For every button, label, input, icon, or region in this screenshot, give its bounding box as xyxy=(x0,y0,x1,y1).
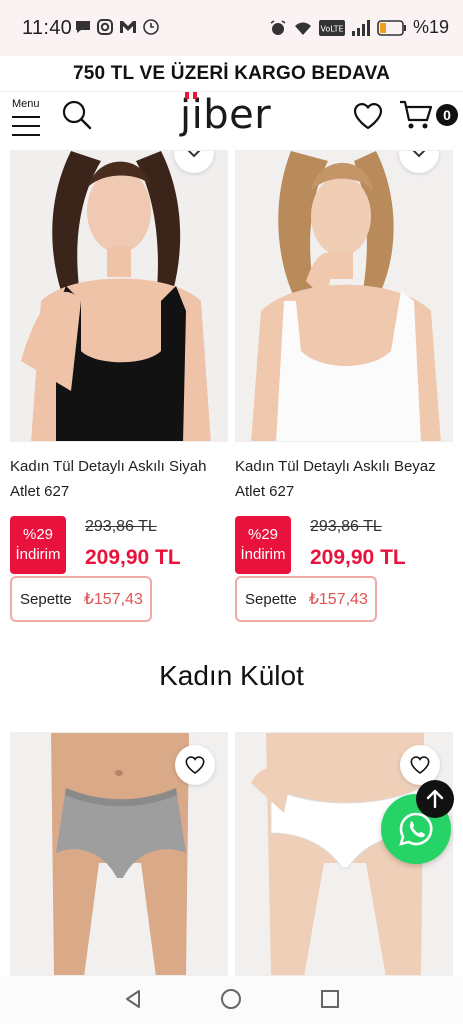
status-left-icons xyxy=(74,18,160,36)
discount-badge: %29 İndirim xyxy=(10,516,66,574)
favorite-button[interactable] xyxy=(175,745,215,785)
recents-button[interactable] xyxy=(319,988,343,1012)
basket-price: ₺157,43 xyxy=(308,591,368,608)
basket-price-box: Sepette ₺157,43 xyxy=(10,576,152,622)
home-button[interactable] xyxy=(220,988,244,1012)
product-card[interactable]: Kadın Tül Detaylı Askılı Siyah Atlet 627… xyxy=(10,150,228,630)
alarm-icon xyxy=(270,19,286,35)
sale-price: 209,90 TL xyxy=(85,546,181,569)
basket-price-box: Sepette ₺157,43 xyxy=(235,576,377,622)
battery-icon xyxy=(377,19,406,36)
product-card[interactable] xyxy=(10,732,228,976)
chevron-down-icon xyxy=(187,151,201,158)
old-price: 293,86 TL xyxy=(85,518,157,535)
status-bar: 11:40 VoLTE %19 xyxy=(0,0,463,56)
site-header: Menu jiber 0 xyxy=(0,92,463,148)
cart-icon xyxy=(400,100,433,129)
old-price: 293,86 TL xyxy=(310,518,382,535)
back-button[interactable] xyxy=(122,988,146,1012)
heart-icon xyxy=(410,756,430,774)
status-time: 11:40 xyxy=(22,17,73,39)
heart-icon xyxy=(185,756,205,774)
favorite-button[interactable] xyxy=(400,745,440,785)
section-title: Kadın Külot xyxy=(159,660,304,691)
signal-icon xyxy=(351,19,370,36)
logo-accent-icon xyxy=(185,92,197,99)
recents-square-icon xyxy=(321,990,339,1008)
basket-label: Sepette xyxy=(245,590,297,608)
clock-icon xyxy=(143,19,159,35)
svg-text:VoLTE: VoLTE xyxy=(320,24,343,33)
cart-button[interactable] xyxy=(398,98,434,132)
battery-percent: %19 xyxy=(412,17,449,37)
wifi-icon xyxy=(294,22,311,35)
message-icon xyxy=(76,21,90,33)
discount-badge: %29 İndirim xyxy=(235,516,291,574)
search-button[interactable] xyxy=(60,98,94,132)
product-name[interactable]: Kadın Tül Detaylı Askılı Beyaz Atlet 627 xyxy=(235,454,453,504)
basket-label: Sepette xyxy=(20,590,72,608)
wishlist-button[interactable] xyxy=(352,100,384,132)
status-right-icons: VoLTE %19 xyxy=(269,17,449,38)
site-logo[interactable]: jiber xyxy=(180,92,290,140)
back-triangle-icon xyxy=(126,990,140,1008)
product-image[interactable] xyxy=(10,150,228,442)
hamburger-icon xyxy=(12,116,40,143)
cart-count-badge: 0 xyxy=(436,104,458,126)
product-name[interactable]: Kadın Tül Detaylı Askılı Siyah Atlet 627 xyxy=(10,454,228,504)
menu-button[interactable]: Menu xyxy=(10,96,44,142)
system-nav-bar xyxy=(0,976,463,1024)
product-card[interactable]: Kadın Tül Detaylı Askılı Beyaz Atlet 627… xyxy=(235,150,453,630)
menu-label: Menu xyxy=(12,98,40,110)
search-icon xyxy=(62,100,92,130)
home-circle-icon xyxy=(221,989,241,1009)
product-photo-black-top xyxy=(11,151,227,441)
product-photo-white-top xyxy=(236,151,452,441)
chevron-down-icon xyxy=(412,151,426,158)
gmail-icon xyxy=(120,21,136,33)
scroll-to-top-button[interactable] xyxy=(416,780,454,818)
sale-price: 209,90 TL xyxy=(310,546,406,569)
promo-banner[interactable]: 750 TL VE ÜZERİ KARGO BEDAVA xyxy=(0,56,463,92)
volte-icon: VoLTE xyxy=(318,19,345,36)
arrow-up-icon xyxy=(426,789,444,809)
heart-icon xyxy=(353,103,383,130)
product-image[interactable] xyxy=(10,732,228,976)
instagram-icon xyxy=(97,19,113,35)
product-image[interactable] xyxy=(235,150,453,442)
basket-price: ₺157,43 xyxy=(83,591,143,608)
